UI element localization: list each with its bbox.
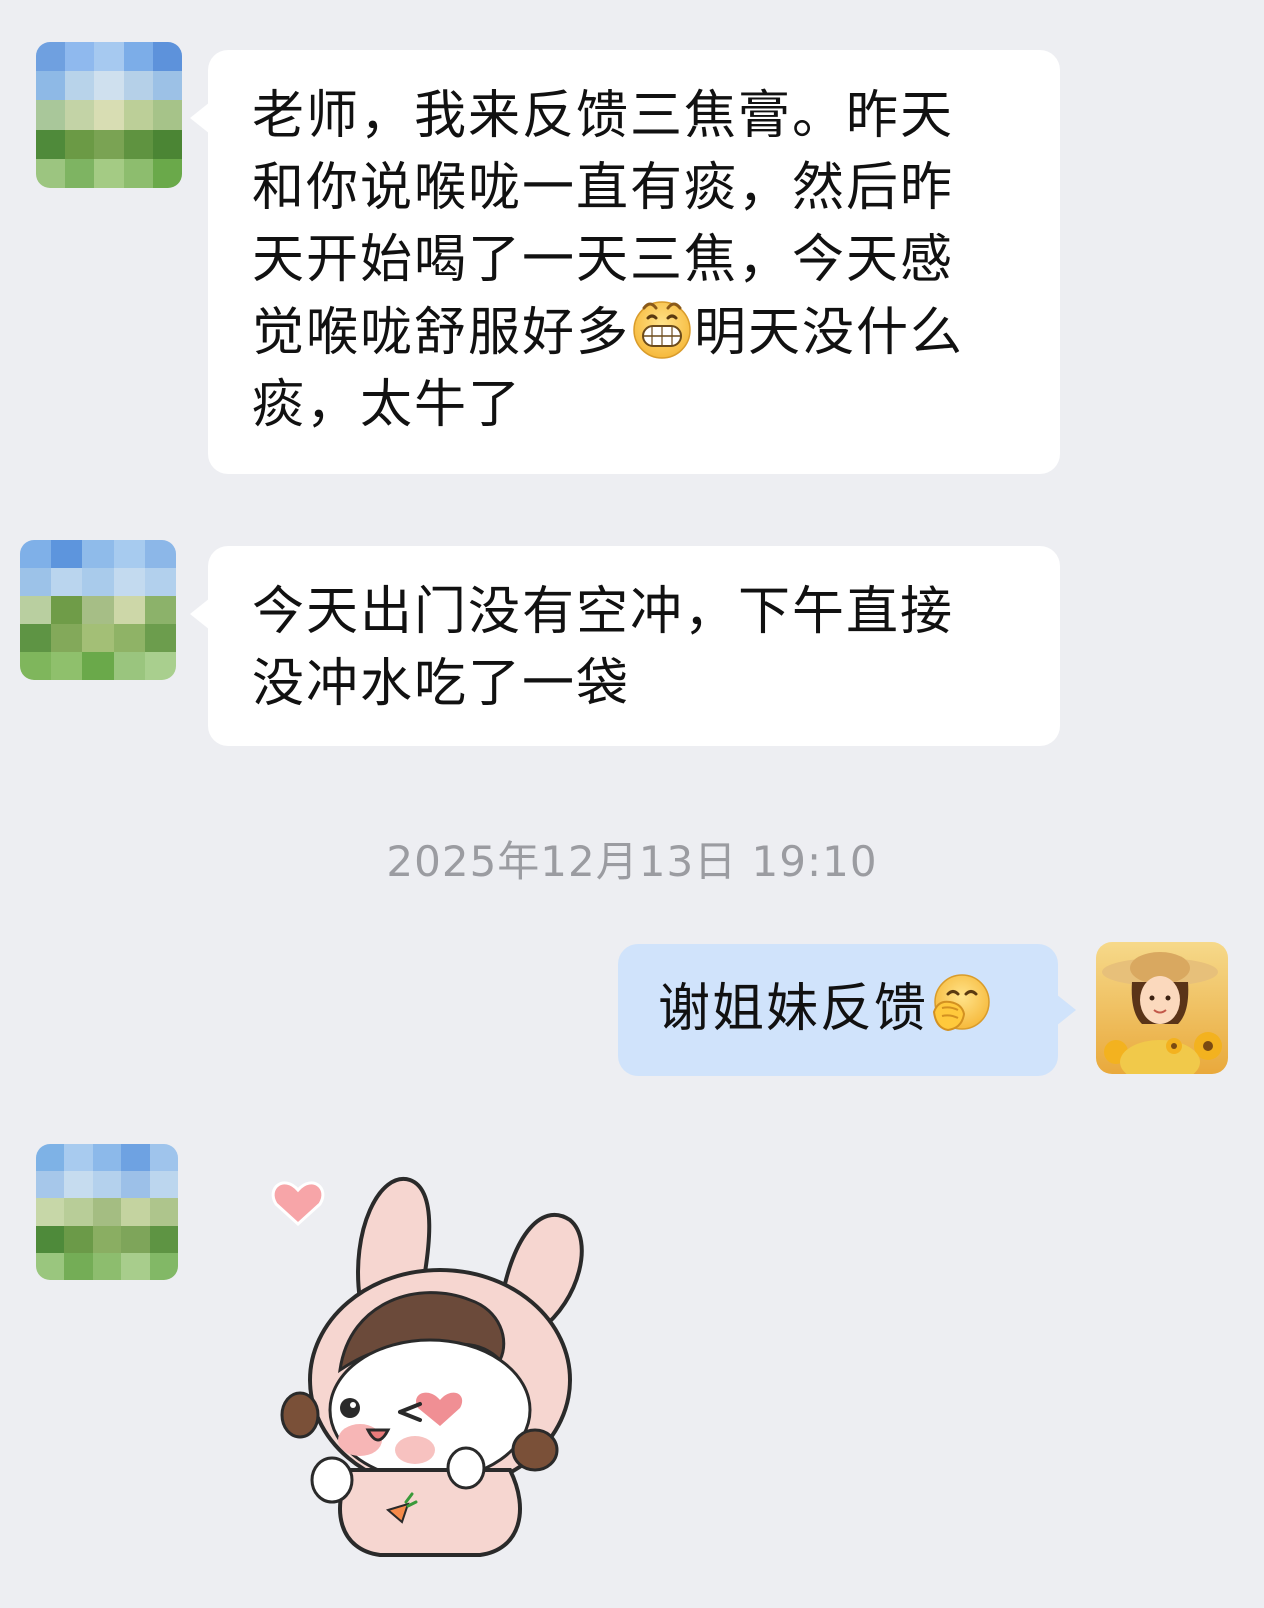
hand-over-mouth-emoji-icon xyxy=(932,974,990,1032)
self-avatar[interactable] xyxy=(1096,942,1228,1074)
contact-avatar[interactable] xyxy=(36,1144,178,1280)
message-bubble-outgoing[interactable]: 谢姐妹反馈 xyxy=(618,944,1076,1076)
message-line: 觉喉咙舒服好多 明天没什么 xyxy=(252,296,1016,369)
message-text: 觉喉咙舒服好多 xyxy=(252,303,631,363)
girl-with-hat-avatar-icon xyxy=(1096,942,1228,1074)
contact-avatar[interactable] xyxy=(20,540,176,680)
message-timestamp: 2025年12月13日 19:10 xyxy=(386,837,878,886)
message-bubble-incoming[interactable]: 老师，我来反馈三焦膏。昨天 和你说喉咙一直有痰，然后昨 天开始喝了一天三焦，今天… xyxy=(190,50,1060,474)
grinning-face-emoji-icon xyxy=(633,301,691,359)
message-text: 明天没什么 xyxy=(694,303,965,363)
message-line: 和你说喉咙一直有痰，然后昨 xyxy=(252,158,955,218)
message-line: 老师，我来反馈三焦膏。昨天 xyxy=(252,86,955,146)
message-line: 痰，太牛了 xyxy=(252,375,523,435)
message-line: 没冲水吃了一袋 xyxy=(252,654,631,714)
message-line: 天开始喝了一天三焦，今天感 xyxy=(252,230,955,290)
message-line: 今天出门没有空冲，下午直接 xyxy=(252,582,955,642)
message-text: 谢姐妹反馈 xyxy=(658,979,929,1039)
message-bubble-incoming[interactable]: 今天出门没有空冲，下午直接 没冲水吃了一袋 xyxy=(190,546,1060,746)
bunny-hood-girl-wink-sticker[interactable] xyxy=(260,1150,620,1560)
contact-avatar[interactable] xyxy=(36,42,182,188)
